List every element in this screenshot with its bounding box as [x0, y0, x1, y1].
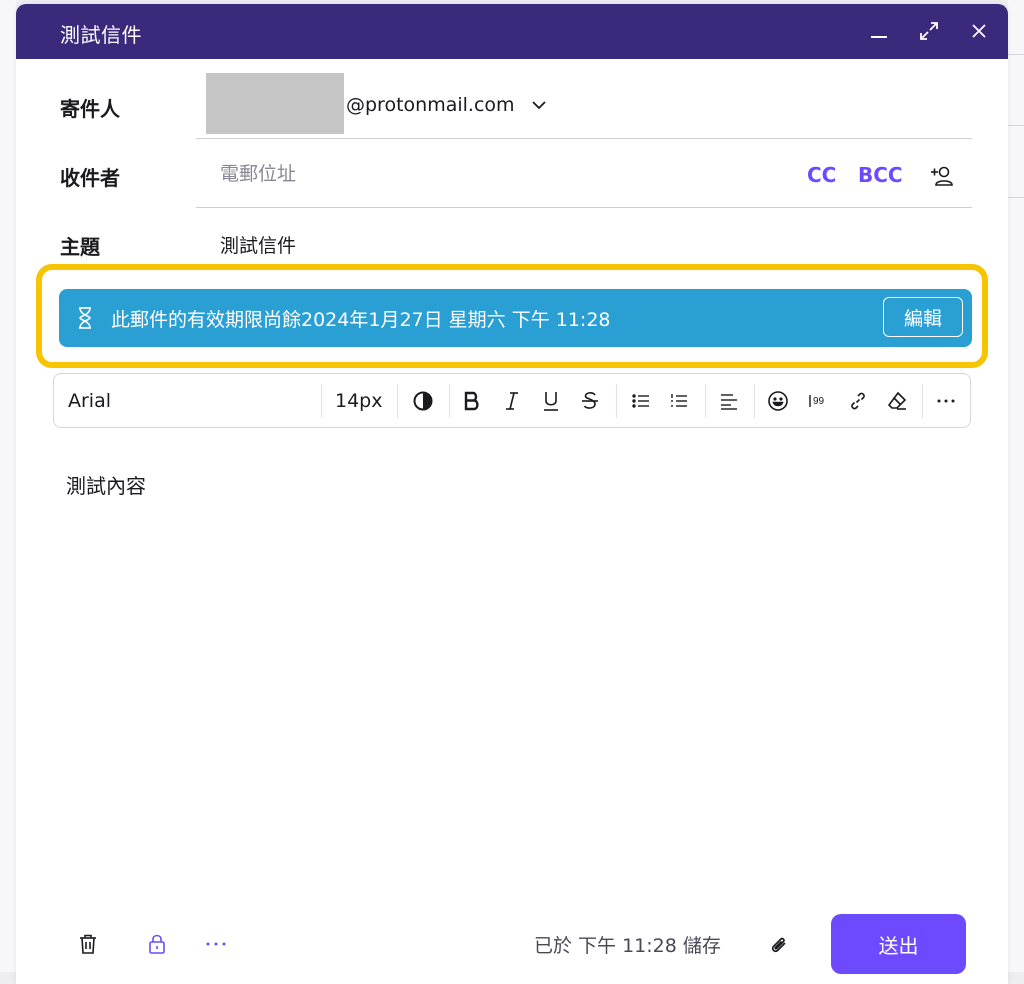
maximize-icon — [920, 22, 938, 40]
composer-title: 測試信件 — [60, 23, 142, 47]
strikethrough-button[interactable] — [578, 374, 602, 427]
underline-button[interactable] — [539, 374, 563, 427]
saved-status: 已於 下午 11:28 儲存 — [534, 935, 721, 957]
bold-icon — [464, 391, 479, 410]
toolbar-divider — [449, 384, 450, 418]
close-button[interactable] — [964, 16, 994, 46]
font-size-select[interactable]: 14px — [335, 374, 382, 427]
background-right — [1008, 0, 1024, 972]
subject-input[interactable] — [220, 230, 920, 258]
align-left-icon — [721, 393, 737, 410]
more-options-icon — [206, 942, 226, 946]
toolbar-divider — [616, 384, 617, 418]
expiration-text: 此郵件的有效期限尚餘2024年1月27日 星期六 下午 11:28 — [111, 309, 611, 331]
hourglass-icon — [79, 307, 91, 329]
italic-button[interactable] — [500, 374, 524, 427]
bullet-list-icon — [632, 393, 649, 408]
toolbar-divider — [397, 384, 398, 418]
minimize-icon — [871, 36, 887, 38]
background-divider — [1008, 197, 1024, 198]
paperclip-icon — [771, 937, 786, 953]
close-icon — [972, 24, 986, 38]
numbered-list-icon — [671, 393, 687, 407]
maximize-button[interactable] — [914, 16, 944, 46]
toolbar-divider — [321, 384, 322, 418]
bullet-list-button[interactable] — [629, 374, 653, 427]
trash-icon — [80, 934, 96, 954]
message-body[interactable]: 測試內容 — [66, 470, 146, 499]
more-icon — [937, 399, 955, 402]
sender-redacted — [206, 73, 344, 134]
send-button[interactable]: 送出 — [831, 914, 966, 974]
quote-icon: 99 — [809, 394, 825, 407]
subject-label: 主題 — [60, 235, 100, 259]
composer-window: 測試信件 寄件人 @protonmail.com 收件者 CC BCC 主題 — [16, 4, 1008, 984]
cc-button[interactable]: CC — [807, 163, 836, 187]
delete-draft-button[interactable] — [76, 932, 100, 956]
contrast-icon — [413, 391, 433, 410]
toolbar-divider — [922, 384, 923, 418]
edit-expiration-button[interactable]: 編輯 — [883, 297, 963, 337]
svg-text:99: 99 — [813, 396, 825, 407]
add-contact-icon[interactable] — [928, 162, 956, 190]
from-label: 寄件人 — [60, 97, 120, 121]
encryption-button[interactable] — [145, 932, 169, 956]
link-icon — [851, 392, 865, 409]
sender-address: @protonmail.com — [346, 94, 515, 116]
sender-selector[interactable]: @protonmail.com — [346, 94, 547, 116]
recipient-input[interactable] — [220, 161, 780, 187]
quote-button[interactable]: 99 — [806, 374, 830, 427]
background-divider — [1008, 125, 1024, 126]
to-divider — [196, 207, 972, 208]
more-tools-button[interactable] — [934, 374, 958, 427]
background-left — [0, 0, 16, 972]
editor-toolbar: Arial 14px 99 — [53, 373, 971, 428]
link-button[interactable] — [846, 374, 870, 427]
toolbar-divider — [754, 384, 755, 418]
clear-format-icon — [887, 391, 907, 410]
expiration-banner: 此郵件的有效期限尚餘2024年1月27日 星期六 下午 11:28 編輯 — [59, 289, 972, 347]
clear-format-button[interactable] — [885, 374, 909, 427]
toolbar-divider — [705, 384, 706, 418]
background-divider — [1008, 54, 1024, 55]
font-family-select[interactable]: Arial — [68, 374, 111, 427]
lock-icon — [149, 934, 165, 954]
minimize-button[interactable] — [864, 16, 894, 46]
bcc-button[interactable]: BCC — [858, 163, 903, 187]
emoji-icon — [768, 390, 788, 411]
underline-icon — [544, 391, 558, 411]
bold-button[interactable] — [460, 374, 484, 427]
numbered-list-button[interactable] — [667, 374, 691, 427]
strikethrough-icon — [582, 391, 598, 409]
attach-button[interactable] — [766, 932, 790, 956]
more-options-button[interactable] — [204, 932, 228, 956]
emoji-button[interactable] — [766, 374, 790, 427]
chevron-down-icon — [531, 101, 546, 110]
composer-titlebar: 測試信件 — [16, 4, 1008, 59]
from-divider — [196, 138, 972, 139]
contrast-button[interactable] — [411, 374, 435, 427]
to-label: 收件者 — [60, 166, 120, 190]
italic-icon — [506, 391, 518, 410]
align-button[interactable] — [717, 374, 741, 427]
